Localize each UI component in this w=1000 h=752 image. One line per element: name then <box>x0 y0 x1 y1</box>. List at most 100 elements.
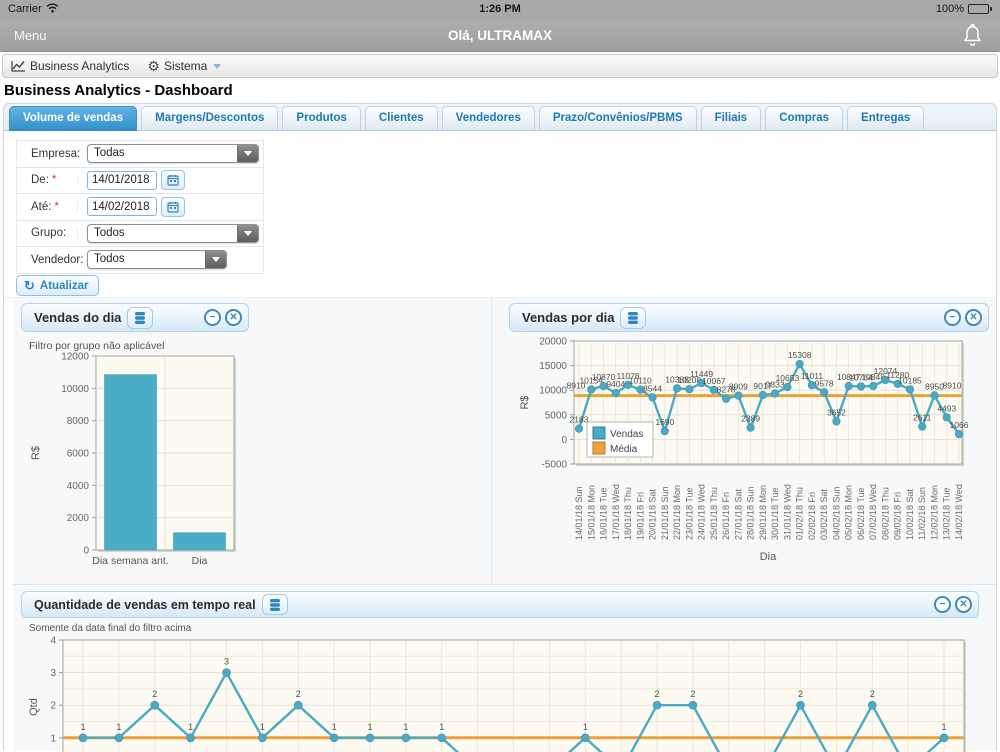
vendedor-select-value: Todos <box>94 253 125 266</box>
close-button[interactable]: ✕ <box>225 309 242 326</box>
toolbar-app-label: Business Analytics <box>30 59 130 73</box>
svg-text:2611: 2611 <box>913 413 932 423</box>
svg-text:1: 1 <box>583 722 588 732</box>
vendedor-label: Vendedor: <box>17 253 83 266</box>
empresa-label: Empresa: <box>17 147 80 160</box>
greeting-title: Olá, ULTRAMAX <box>448 28 552 43</box>
svg-text:4000: 4000 <box>67 481 90 492</box>
de-calendar-button[interactable] <box>161 170 185 191</box>
page-title: Business Analytics - Dashboard <box>4 82 233 99</box>
svg-text:29/01/18 Mon: 29/01/18 Mon <box>758 485 768 540</box>
toolbar-item-sistema[interactable]: ⚙ Sistema <box>147 59 222 73</box>
svg-text:9578: 9578 <box>815 378 834 388</box>
svg-text:2: 2 <box>296 689 301 699</box>
dashboard-content: Volume de vendas Margens/Descontos Produto… <box>3 103 997 752</box>
tab-compras[interactable]: Compras <box>765 106 844 130</box>
minimize-button[interactable]: − <box>934 596 951 613</box>
panel-header-tempo-real: Quantidade de vendas em tempo real − ✕ <box>21 591 979 618</box>
svg-text:14/01/18 Sun: 14/01/18 Sun <box>574 486 584 540</box>
data-table-button[interactable] <box>261 594 288 615</box>
vendedor-select[interactable]: Todos <box>87 250 227 270</box>
svg-text:1: 1 <box>941 722 946 732</box>
svg-text:1: 1 <box>260 722 265 732</box>
svg-text:1: 1 <box>50 733 56 744</box>
empresa-select[interactable]: Todas <box>87 144 259 164</box>
tab-produtos[interactable]: Produtos <box>282 106 361 130</box>
grupo-label: Grupo: <box>17 227 78 240</box>
svg-text:3652: 3652 <box>827 407 846 417</box>
tab-bar: Volume de vendas Margens/Descontos Produto… <box>4 104 996 131</box>
svg-text:R$: R$ <box>30 446 42 460</box>
de-date-input[interactable] <box>87 170 157 190</box>
panel-title: Vendas por dia <box>522 310 615 325</box>
svg-text:1: 1 <box>80 722 85 732</box>
tab-clientes[interactable]: Clientes <box>364 106 438 130</box>
tab-prazo-conv-nios-pbms[interactable]: Prazo/Convênios/PBMS <box>538 106 697 130</box>
tab-margens-descontos[interactable]: Margens/Descontos <box>141 106 279 130</box>
battery-indicator: 100% <box>936 3 992 15</box>
tab-volume-de-vendas[interactable]: Volume de vendas <box>9 106 138 131</box>
nav-bar: Menu Olá, ULTRAMAX <box>0 20 1000 52</box>
svg-text:10/02/18 Sat: 10/02/18 Sat <box>905 488 915 540</box>
grupo-select[interactable]: Todos <box>87 223 259 243</box>
svg-text:2183: 2183 <box>570 415 589 425</box>
svg-text:15/01/18 Mon: 15/01/18 Mon <box>586 485 596 540</box>
svg-text:1: 1 <box>367 722 372 732</box>
svg-text:2: 2 <box>690 689 695 699</box>
svg-text:15000: 15000 <box>539 361 567 372</box>
data-table-button[interactable] <box>127 306 154 329</box>
filter-row-vendedor: Vendedor: Todos <box>17 247 263 274</box>
atualizar-button[interactable]: ↻ Atualizar <box>16 275 100 296</box>
ate-label: Até: * <box>17 200 78 213</box>
database-icon <box>135 311 146 324</box>
svg-text:02/02/18 Fri: 02/02/18 Fri <box>807 492 817 540</box>
close-button[interactable]: ✕ <box>955 596 972 613</box>
filter-row-grupo: Grupo: Todos <box>17 221 263 247</box>
filter-form: Empresa: Todas De:* Até:* <box>16 140 264 274</box>
panel-title: Vendas do dia <box>34 310 122 325</box>
minimize-button[interactable]: − <box>944 309 961 326</box>
svg-text:03/02/18 Sat: 03/02/18 Sat <box>819 488 829 540</box>
svg-text:07/02/18 Wed: 07/02/18 Wed <box>868 484 878 540</box>
svg-text:-5000: -5000 <box>541 460 567 471</box>
svg-text:8544: 8544 <box>643 383 662 393</box>
toolbar-item-business-analytics[interactable]: Business Analytics <box>11 59 129 73</box>
tab-filiais[interactable]: Filiais <box>700 106 762 130</box>
required-asterisk: * <box>54 200 59 213</box>
toolbar-system-label: Sistema <box>163 59 208 73</box>
de-label: De: * <box>17 174 78 187</box>
svg-text:06/02/18 Tue: 06/02/18 Tue <box>856 487 866 540</box>
svg-text:2: 2 <box>654 689 659 699</box>
svg-text:8950: 8950 <box>925 381 944 391</box>
svg-text:6000: 6000 <box>67 449 90 460</box>
vendas-por-dia-chart: -5000050001000015000200008910 89102183101… <box>519 337 969 564</box>
svg-text:4493: 4493 <box>937 403 956 413</box>
svg-text:Qtd: Qtd <box>28 698 40 716</box>
svg-text:08/02/18 Thu: 08/02/18 Thu <box>880 487 890 540</box>
svg-text:12000: 12000 <box>61 352 89 363</box>
tab-entregas[interactable]: Entregas <box>847 106 925 130</box>
bell-icon[interactable] <box>961 23 984 54</box>
svg-text:0: 0 <box>83 546 89 557</box>
svg-text:30/01/18 Tue: 30/01/18 Tue <box>770 487 780 540</box>
panel-vendas-do-dia: Vendas do dia − ✕ Filtro por grupo não a… <box>13 298 492 585</box>
ate-date-input[interactable] <box>87 197 157 217</box>
svg-text:R$: R$ <box>519 395 531 409</box>
close-button[interactable]: ✕ <box>965 309 982 326</box>
minimize-button[interactable]: − <box>204 309 221 326</box>
svg-text:5000: 5000 <box>545 410 568 421</box>
svg-text:2: 2 <box>152 689 157 699</box>
svg-text:13/02/18 Tue: 13/02/18 Tue <box>942 487 952 540</box>
svg-text:18/01/18 Thu: 18/01/18 Thu <box>623 487 633 540</box>
database-icon <box>628 311 639 324</box>
svg-text:10000: 10000 <box>61 384 89 395</box>
ate-calendar-button[interactable] <box>161 196 185 217</box>
data-table-button[interactable] <box>620 306 647 329</box>
status-bar: Carrier 1:26 PM 100% <box>0 0 1000 20</box>
battery-percent: 100% <box>935 3 964 15</box>
panel-vendas-por-dia: Vendas por dia − ✕ -5000 0 5000 10000 15000 2… <box>492 298 996 585</box>
svg-text:2: 2 <box>798 689 803 699</box>
svg-text:2000: 2000 <box>67 513 90 524</box>
tab-vendedores[interactable]: Vendedores <box>441 106 535 130</box>
database-icon <box>269 598 280 611</box>
